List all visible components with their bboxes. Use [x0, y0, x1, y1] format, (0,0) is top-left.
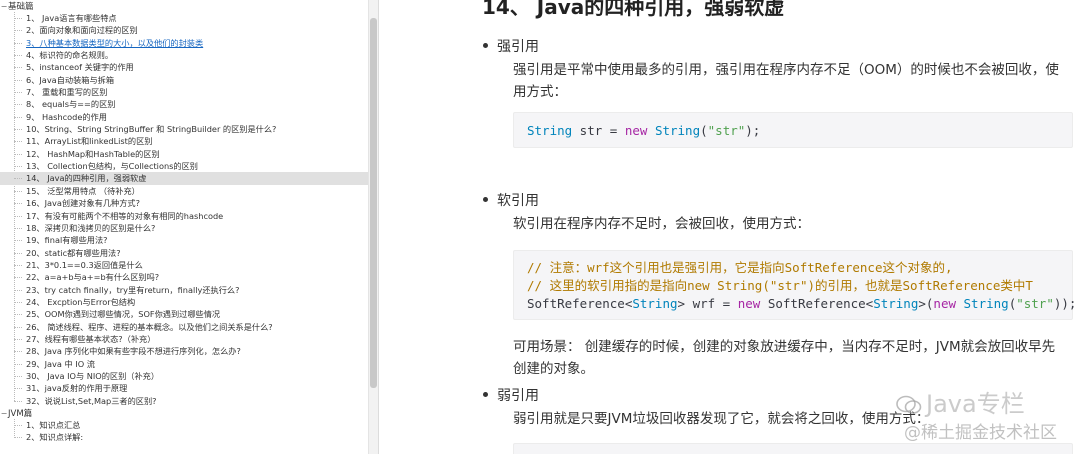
toc-group[interactable]: − JVM篇	[0, 407, 378, 420]
toc-item[interactable]: 23、try catch finally，try里有return，finally…	[0, 284, 378, 296]
toc-item-label: 29、Java 中 IO 流	[26, 358, 95, 369]
toc-item-label: 14、 Java的四种引用，强弱软虚	[26, 173, 147, 184]
toc-item[interactable]: 24、 Excption与Error包结构	[0, 296, 378, 308]
toc-group-label: 基础篇	[8, 2, 34, 12]
paragraph-usage: 可用场景： 创建缓存的时候，创建的对象放进缓存中，当内存不足时，JVM就会放回收…	[513, 339, 1056, 377]
toc-item-label: 19、final有哪些用法?	[26, 235, 108, 246]
collapse-toggle-icon[interactable]: −	[0, 2, 8, 11]
toc-item-label: 16、Java创建对象有几种方式?	[26, 198, 140, 209]
toc-item-label: 23、try catch finally，try里有return，finally…	[26, 284, 240, 295]
toc-item-label: 21、3*0.1==0.3返回值是什么	[26, 259, 143, 270]
toc-item[interactable]: 2、知识点详解:	[0, 431, 378, 443]
toc-sidebar: − 基础篇 1、 Java语言有哪些特点 2、面向对象和面向过程的区别 3、八种基本数据…	[0, 0, 379, 454]
toc-item[interactable]: 10、String、String StringBuffer 和 StringBu…	[0, 123, 378, 135]
toc-item[interactable]: 22、a=a+b与a+=b有什么区别吗?	[0, 271, 378, 283]
code-line: SoftReference<String> wrf = new SoftRefe…	[527, 296, 1077, 311]
toc-item[interactable]: 16、Java创建对象有几种方式?	[0, 197, 378, 209]
toc-item-label: 4、标识符的命名规则。	[26, 50, 114, 61]
toc-item-label: 6、Java自动装箱与拆箱	[26, 74, 115, 85]
bullet-weak-reference: 弱引用	[483, 385, 539, 405]
toc-item-label: 24、 Excption与Error包结构	[26, 296, 136, 307]
toc-item[interactable]: 18、深拷贝和浅拷贝的区别是什么?	[0, 222, 378, 234]
sidebar-scroll-thumb[interactable]	[370, 18, 377, 388]
toc-item-label: 22、a=a+b与a+=b有什么区别吗?	[26, 272, 160, 283]
toc-item-label: 17、有没有可能两个不相等的对象有相同的hashcode	[26, 210, 224, 221]
code-line: String str = new String("str");	[527, 123, 761, 138]
paragraph-soft-reference: 软引用在程序内存不足时，会被回收，使用方式：	[513, 216, 810, 232]
toc-item[interactable]: 1、知识点汇总	[0, 419, 378, 431]
bullet-strong-reference: 强引用	[483, 36, 539, 56]
toc-item-label: 12、 HashMap和HashTable的区别	[26, 148, 160, 159]
toc-item[interactable]: 21、3*0.1==0.3返回值是什么	[0, 259, 378, 271]
toc-item-label: 28、Java 序列化中如果有些字段不想进行序列化，怎么办?	[26, 346, 241, 357]
toc-item[interactable]: 19、final有哪些用法?	[0, 234, 378, 246]
toc-item-label: 11、ArrayList和linkedList的区别	[26, 136, 153, 147]
toc-item[interactable]: 1、 Java语言有哪些特点	[0, 12, 378, 24]
toc-item[interactable]: 13、 Collection包结构，与Collections的区别	[0, 160, 378, 172]
toc-item-label: 26、 简述线程、程序、进程的基本概念。以及他们之间关系是什么?	[26, 321, 273, 332]
toc-item-label: 2、面向对象和面向过程的区别	[26, 25, 138, 36]
toc-item[interactable]: 3、八种基本数据类型的大小，以及他们的封装类	[0, 37, 378, 49]
toc-item-label: 27、线程有哪些基本状态?（补充）	[26, 333, 156, 344]
toc-item[interactable]: 12、 HashMap和HashTable的区别	[0, 148, 378, 160]
watermark-brand: Java专栏	[926, 390, 1025, 418]
toc-group-label: JVM篇	[8, 409, 33, 419]
toc-item-label: 13、 Collection包结构，与Collections的区别	[26, 161, 198, 172]
collapse-toggle-icon[interactable]: −	[0, 409, 8, 418]
toc-item[interactable]: 6、Java自动装箱与拆箱	[0, 74, 378, 86]
screen: − 基础篇 1、 Java语言有哪些特点 2、面向对象和面向过程的区别 3、八种基本数据…	[0, 0, 1080, 454]
toc-item[interactable]: 7、 重载和重写的区别	[0, 86, 378, 98]
code-block-weak	[513, 443, 1073, 454]
toc-item-label: 10、String、String StringBuffer 和 StringBu…	[26, 124, 277, 135]
toc-item-label: 30、 Java IO与 NIO的区别（补充）	[26, 370, 160, 381]
toc-item[interactable]: 2、面向对象和面向过程的区别	[0, 24, 378, 36]
toc-item-label: 1、知识点汇总	[26, 420, 81, 430]
toc-item[interactable]: 29、Java 中 IO 流	[0, 358, 378, 370]
bullet-soft-reference: 软引用	[483, 190, 539, 210]
toc-item[interactable]: 32、说说List,Set,Map三者的区别?	[0, 395, 378, 407]
toc-item-label: 20、static都有哪些用法?	[26, 247, 121, 258]
toc-item[interactable]: 30、 Java IO与 NIO的区别（补充）	[0, 370, 378, 382]
toc-item[interactable]: 31、java反射的作用于原理	[0, 382, 378, 394]
toc-item[interactable]: 26、 简述线程、程序、进程的基本概念。以及他们之间关系是什么?	[0, 321, 378, 333]
toc-item[interactable]: 11、ArrayList和linkedList的区别	[0, 135, 378, 147]
toc-item-label: 32、说说List,Set,Map三者的区别?	[26, 395, 157, 406]
toc-item-label: 7、 重载和重写的区别	[26, 87, 108, 98]
code-comment-line: // 注意：wrf这个引用也是强引用，它是指向SoftReference这个对象…	[527, 260, 953, 275]
watermark-credit: @稀土掘金技术社区	[904, 423, 1057, 443]
toc-item-label: 9、 Hashcode的作用	[26, 111, 107, 122]
toc-item-list: 1、 Java语言有哪些特点 2、面向对象和面向过程的区别 3、八种基本数据类型的大…	[0, 12, 378, 407]
sidebar-scrollbar[interactable]	[368, 0, 378, 454]
toc-item-label: 2、知识点详解:	[26, 432, 84, 443]
toc-item-label: 31、java反射的作用于原理	[26, 383, 128, 394]
toc-tree: − 基础篇 1、 Java语言有哪些特点 2、面向对象和面向过程的区别 3、八种基本数据…	[0, 0, 378, 444]
toc-item[interactable]: 14、 Java的四种引用，强弱软虚	[0, 172, 378, 185]
toc-item[interactable]: 20、static都有哪些用法?	[0, 247, 378, 259]
code-block-strong: String str = new String("str");	[513, 112, 1073, 148]
toc-item[interactable]: 27、线程有哪些基本状态?（补充）	[0, 333, 378, 345]
article-heading: 14、 Java的四种引用，强弱软虚	[482, 0, 785, 19]
code-comment-line: // 这里的软引用指的是指向new String("str")的引用，也就是So…	[527, 278, 1033, 293]
toc-item-label: 18、深拷贝和浅拷贝的区别是什么?	[26, 222, 156, 233]
code-block-soft: // 注意：wrf这个引用也是强引用，它是指向SoftReference这个对象…	[513, 250, 1077, 320]
toc-item-label: 1、 Java语言有哪些特点	[26, 13, 117, 23]
toc-group[interactable]: − 基础篇	[0, 0, 378, 13]
toc-item-list: 1、知识点汇总 2、知识点详解:	[0, 419, 378, 444]
toc-item[interactable]: 9、 Hashcode的作用	[0, 111, 378, 123]
toc-item-label: 5、instanceof 关键字的作用	[26, 62, 134, 73]
toc-item-label: 8、 equals与==的区别	[26, 99, 116, 110]
toc-item[interactable]: 8、 equals与==的区别	[0, 98, 378, 110]
toc-item[interactable]: 15、 泛型常用特点 （待补充）	[0, 185, 378, 197]
toc-item-label: 25、OOM你遇到过哪些情况，SOF你遇到过哪些情况	[26, 309, 221, 320]
paragraph-strong-reference: 强引用是平常中使用最多的引用，强引用在程序内存不足（OOM）的时候也不会被回收，…	[513, 62, 1059, 100]
wechat-icon	[896, 395, 922, 414]
toc-item[interactable]: 5、instanceof 关键字的作用	[0, 61, 378, 73]
toc-item[interactable]: 4、标识符的命名规则。	[0, 49, 378, 61]
toc-item[interactable]: 28、Java 序列化中如果有些字段不想进行序列化，怎么办?	[0, 345, 378, 357]
toc-item[interactable]: 25、OOM你遇到过哪些情况，SOF你遇到过哪些情况	[0, 308, 378, 320]
toc-item-label: 15、 泛型常用特点 （待补充）	[26, 185, 140, 196]
toc-item[interactable]: 17、有没有可能两个不相等的对象有相同的hashcode	[0, 210, 378, 222]
toc-item-label: 3、八种基本数据类型的大小，以及他们的封装类	[26, 37, 204, 48]
watermark-logo: Java专栏	[896, 384, 1025, 419]
